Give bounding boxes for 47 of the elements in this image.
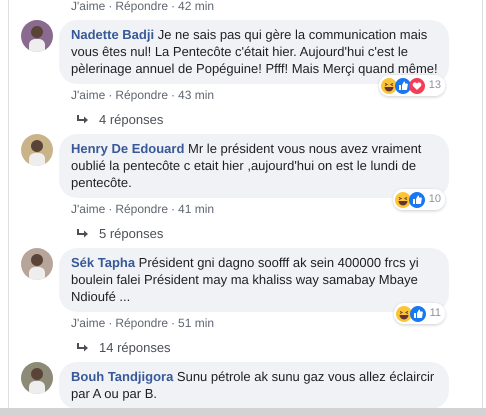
thumbs-up-icon	[408, 192, 425, 208]
avatar[interactable]	[21, 134, 53, 166]
timestamp: 41 min	[178, 202, 214, 216]
avatar[interactable]	[21, 20, 53, 52]
reply-arrow-icon	[77, 342, 89, 352]
separator-dot: ·	[108, 202, 112, 216]
like-link[interactable]: J'aime	[71, 316, 106, 330]
reaction-summary[interactable]: 11	[394, 303, 445, 324]
thumbs-up-icon	[394, 78, 411, 94]
replies-link[interactable]: 14 réponses	[99, 340, 171, 355]
reaction-summary[interactable]: 10	[392, 189, 445, 210]
author-name[interactable]: Sék Tapha	[71, 255, 136, 270]
reaction-summary[interactable]: 13	[378, 75, 445, 96]
comment-text: Henry De Edouard Mr le président vous nous avez vraiment oublié la pentecôte c etait hier ,aujourd'hui on est le lundi de pentecôte.	[71, 140, 422, 191]
reply-arrow-icon	[77, 114, 89, 124]
author-name[interactable]: Bouh Tandjigora	[71, 369, 174, 384]
timestamp: 43 min	[178, 88, 214, 102]
avatar[interactable]	[21, 362, 53, 394]
reply-link[interactable]: Répondre	[115, 88, 168, 102]
separator-dot: ·	[171, 88, 176, 102]
separator-dot: ·	[108, 316, 112, 330]
reply-link[interactable]: Répondre	[115, 316, 168, 330]
separator-dot: ·	[108, 0, 112, 13]
separator-dot: ·	[171, 316, 176, 330]
separator-dot: ·	[171, 0, 176, 13]
avatar[interactable]	[21, 248, 53, 280]
reply-link[interactable]: Répondre	[115, 0, 168, 13]
author-name[interactable]: Henry De Edouard	[71, 141, 184, 156]
separator-dot: ·	[108, 88, 112, 102]
author-name[interactable]: Nadette Badji	[71, 27, 154, 42]
replies-link[interactable]: 5 réponses	[99, 226, 164, 241]
reply-link[interactable]: Répondre	[115, 202, 168, 216]
reply-arrow-icon	[77, 228, 89, 238]
replies-link[interactable]: 4 réponses	[99, 112, 164, 127]
laughing-face-icon	[394, 192, 411, 208]
like-link[interactable]: J'aime	[71, 0, 106, 13]
like-link[interactable]: J'aime	[71, 202, 106, 216]
like-link[interactable]: J'aime	[71, 88, 106, 102]
laughing-face-icon	[396, 306, 412, 322]
comment-text: Nadette Badji Je ne sais pas qui gère la communication mais vous êtes nul! La Pentecôte c'était hier. Aujourd'hui c'est le pèlerinage annuel de Popéguine! Pfff! Mais Merçi quand même!	[71, 26, 439, 77]
laughing-face-icon	[380, 78, 397, 94]
comment-text: Bouh Tandjigora Sunu pétrole ak sunu gaz vous allez éclaircir par A ou par B.	[71, 368, 436, 402]
timestamp: 51 min	[178, 316, 214, 330]
thumbs-up-icon	[410, 306, 426, 322]
timestamp: 42 min	[178, 0, 214, 13]
separator-dot: ·	[171, 202, 176, 216]
comment-text: Sék Tapha Président gni dagno soofff ak sein 400000 frcs yi boulein falei Président may ma khaliss way samabay Mbaye Ndioufé ...	[71, 254, 420, 305]
